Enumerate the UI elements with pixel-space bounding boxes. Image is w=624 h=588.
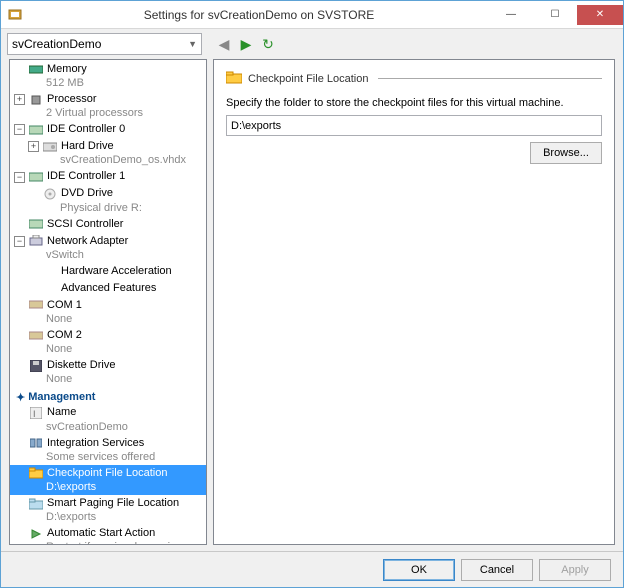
checkpoint-icon [28, 466, 44, 480]
tree-scsi[interactable]: SCSI Controller [10, 216, 206, 233]
window-title: Settings for svCreationDemo on SVSTORE [29, 8, 489, 22]
tree-hard-drive[interactable]: +Hard Drive svCreationDemo_os.vhdx [10, 138, 206, 168]
cpu-icon [28, 93, 44, 107]
tree-checkpoint-location[interactable]: Checkpoint File Location D:\exports [10, 465, 206, 495]
dvd-icon [42, 187, 58, 201]
section-icon: ✦ [16, 391, 24, 404]
tree-smart-paging[interactable]: Smart Paging File Location D:\exports [10, 495, 206, 525]
panel-description: Specify the folder to store the checkpoi… [226, 97, 602, 109]
vm-selector-value: svCreationDemo [12, 37, 101, 51]
browse-button[interactable]: Browse... [530, 142, 602, 164]
nav-forward-icon[interactable]: ▶ [236, 34, 256, 54]
toolbar: svCreationDemo ▼ ◀ ▶ ↻ [1, 29, 623, 59]
svg-text:I: I [33, 409, 36, 419]
apply-button[interactable]: Apply [539, 559, 611, 581]
refresh-icon[interactable]: ↻ [258, 34, 278, 54]
panel-header: Checkpoint File Location [226, 70, 602, 87]
close-button[interactable]: ✕ [577, 5, 623, 25]
tree-network[interactable]: −Network Adapter vSwitch [10, 233, 206, 263]
tree-dvd-drive[interactable]: DVD Drive Physical drive R: [10, 186, 206, 216]
controller-icon [28, 170, 44, 184]
minimize-button[interactable]: — [489, 5, 533, 25]
tree-diskette[interactable]: Diskette Drive None [10, 357, 206, 387]
checkpoint-path-input[interactable] [226, 115, 602, 136]
dialog-footer: OK Cancel Apply [1, 551, 623, 587]
maximize-button[interactable]: ☐ [533, 5, 577, 25]
tree-hw-accel[interactable]: Hardware Acceleration [10, 263, 206, 280]
com-icon [28, 329, 44, 343]
tree-com1[interactable]: COM 1 None [10, 297, 206, 327]
titlebar: Settings for svCreationDemo on SVSTORE —… [1, 1, 623, 29]
tree-auto-start[interactable]: Automatic Start Action Restart if previo… [10, 525, 206, 545]
tree-name[interactable]: IName svCreationDemo [10, 405, 206, 435]
tree-processor[interactable]: +Processor 2 Virtual processors [10, 91, 206, 121]
name-icon: I [28, 406, 44, 420]
tree-ide0[interactable]: −IDE Controller 0 [10, 121, 206, 138]
network-icon [28, 234, 44, 248]
settings-window: Settings for svCreationDemo on SVSTORE —… [0, 0, 624, 588]
memory-icon [28, 63, 44, 77]
checkpoint-icon [226, 70, 242, 87]
tree-com2[interactable]: COM 2 None [10, 327, 206, 357]
tree-ide1[interactable]: −IDE Controller 1 [10, 169, 206, 186]
tree-integration[interactable]: Integration Services Some services offer… [10, 435, 206, 465]
tree-memory[interactable]: Memory 512 MB [10, 61, 206, 91]
hard-drive-icon [42, 140, 58, 154]
ok-button[interactable]: OK [383, 559, 455, 581]
vm-selector[interactable]: svCreationDemo ▼ [7, 33, 202, 55]
management-header: ✦ Management [10, 388, 206, 405]
diskette-icon [28, 359, 44, 373]
auto-start-icon [28, 527, 44, 541]
settings-panel: Checkpoint File Location Specify the fol… [213, 59, 615, 545]
settings-tree[interactable]: Memory 512 MB +Processor 2 Virtual proce… [9, 59, 207, 545]
cancel-button[interactable]: Cancel [461, 559, 533, 581]
controller-icon [28, 123, 44, 137]
app-icon [7, 7, 23, 23]
nav-back-icon[interactable]: ◀ [214, 34, 234, 54]
scsi-icon [28, 217, 44, 231]
com-icon [28, 298, 44, 312]
chevron-down-icon: ▼ [188, 39, 197, 49]
integration-icon [28, 436, 44, 450]
divider [378, 78, 602, 79]
smart-paging-icon [28, 497, 44, 511]
tree-adv-features[interactable]: Advanced Features [10, 280, 206, 297]
panel-title-text: Checkpoint File Location [248, 73, 368, 85]
